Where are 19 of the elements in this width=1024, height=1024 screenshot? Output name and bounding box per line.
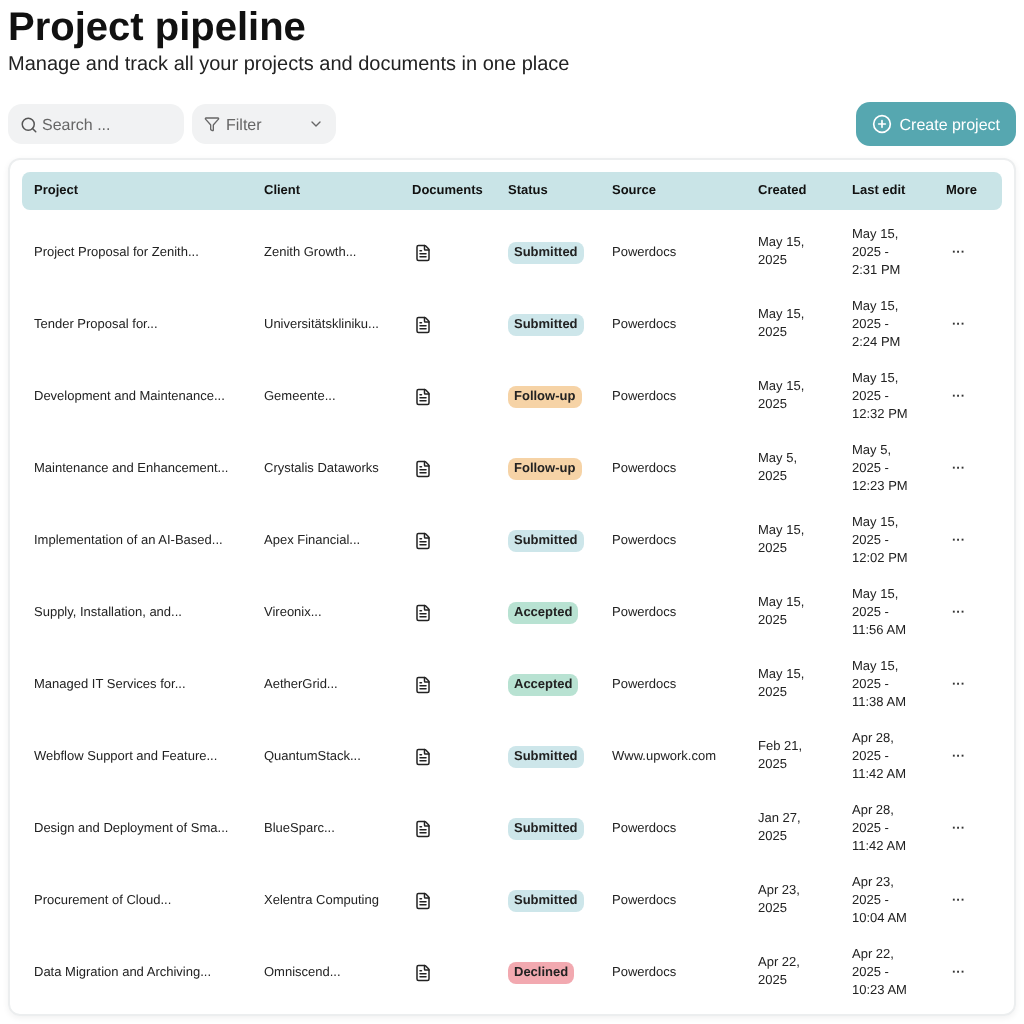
document-icon[interactable] <box>414 315 432 333</box>
search-icon <box>20 116 38 134</box>
document-icon[interactable] <box>414 963 432 981</box>
filter-icon <box>204 116 220 132</box>
document-icon[interactable] <box>414 819 432 837</box>
search-field[interactable]: Search ... <box>8 104 184 144</box>
plus-circle-icon <box>871 114 892 134</box>
page-title: Project pipeline <box>8 4 308 52</box>
document-icon[interactable] <box>414 459 432 477</box>
document-icon[interactable] <box>414 675 432 693</box>
page-subtitle: Manage and track all your projects and documents in one place <box>8 52 572 78</box>
document-icon[interactable] <box>414 747 432 765</box>
chevron-down-icon <box>308 116 324 132</box>
document-icon[interactable] <box>414 891 432 909</box>
document-icon[interactable] <box>414 531 432 549</box>
document-icon[interactable] <box>414 243 432 261</box>
filter-dropdown[interactable]: Filter <box>192 104 336 144</box>
document-icon[interactable] <box>414 387 432 405</box>
document-icon[interactable] <box>414 603 432 621</box>
